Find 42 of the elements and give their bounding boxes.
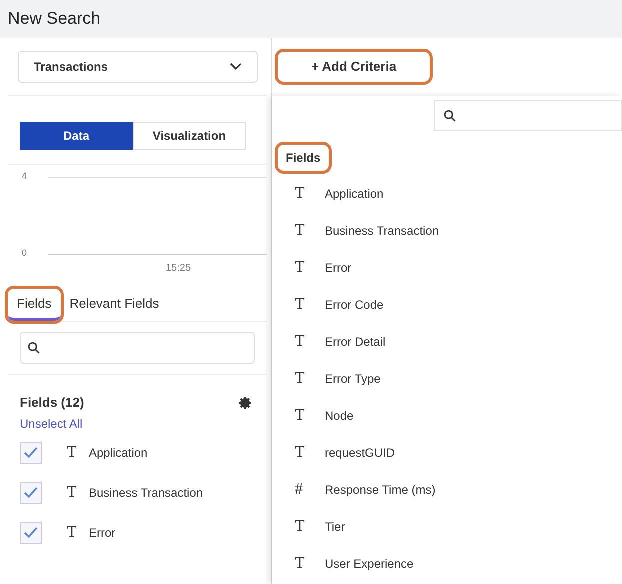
menu-item[interactable]: T Error (272, 249, 622, 286)
field-name: Error (89, 524, 116, 542)
menu-item[interactable]: T Error Code (272, 286, 622, 323)
field-tab[interactable]: Fields (8, 289, 61, 321)
type-glyph: T (67, 482, 78, 502)
add-criteria-button[interactable]: + Add Criteria (278, 52, 430, 82)
check-icon (24, 446, 38, 458)
page-title: New Search (8, 8, 101, 30)
menu-heading: Fields (278, 145, 329, 171)
menu-item[interactable]: T Error Detail (272, 323, 622, 360)
gear-icon[interactable] (239, 396, 253, 410)
unselect-all-link[interactable]: Unselect All (20, 414, 255, 432)
checkbox[interactable] (20, 442, 42, 464)
menu-item[interactable]: T Node (272, 397, 622, 434)
menu-item[interactable]: T Tier (272, 508, 622, 545)
search-field[interactable] (434, 100, 622, 131)
checkbox[interactable] (20, 482, 42, 504)
field-name: Application (89, 444, 148, 462)
source-select[interactable]: Transactions (18, 50, 258, 82)
view-tab[interactable]: Visualization (133, 122, 246, 150)
search-icon (443, 108, 457, 122)
axis-label: 15:25 (166, 262, 192, 276)
menu-item[interactable]: T Error Type (272, 360, 622, 397)
menu-item[interactable]: T Business Transaction (272, 212, 622, 249)
check-icon (24, 526, 38, 538)
menu-item[interactable]: # Response Time (ms) (272, 471, 622, 508)
view-tab[interactable]: Data (20, 122, 133, 150)
type-glyph: T (67, 522, 78, 542)
menu-item[interactable]: T requestGUID (272, 434, 622, 471)
check-icon (24, 486, 38, 498)
checkbox[interactable] (20, 522, 42, 544)
axis-label: 0 (22, 247, 28, 260)
search-icon (27, 341, 41, 355)
chevron-down-icon (230, 62, 242, 70)
field-name: Business Transaction (89, 484, 204, 502)
menu-item[interactable]: T Application (272, 175, 622, 212)
axis-label: 4 (22, 170, 28, 183)
search-field[interactable] (20, 332, 255, 364)
menu-item[interactable]: T User Experience (272, 545, 622, 582)
field-tab[interactable]: Relevant Fields (60, 289, 168, 321)
fields-heading: Fields (12) (20, 394, 84, 412)
type-glyph: T (67, 442, 78, 462)
